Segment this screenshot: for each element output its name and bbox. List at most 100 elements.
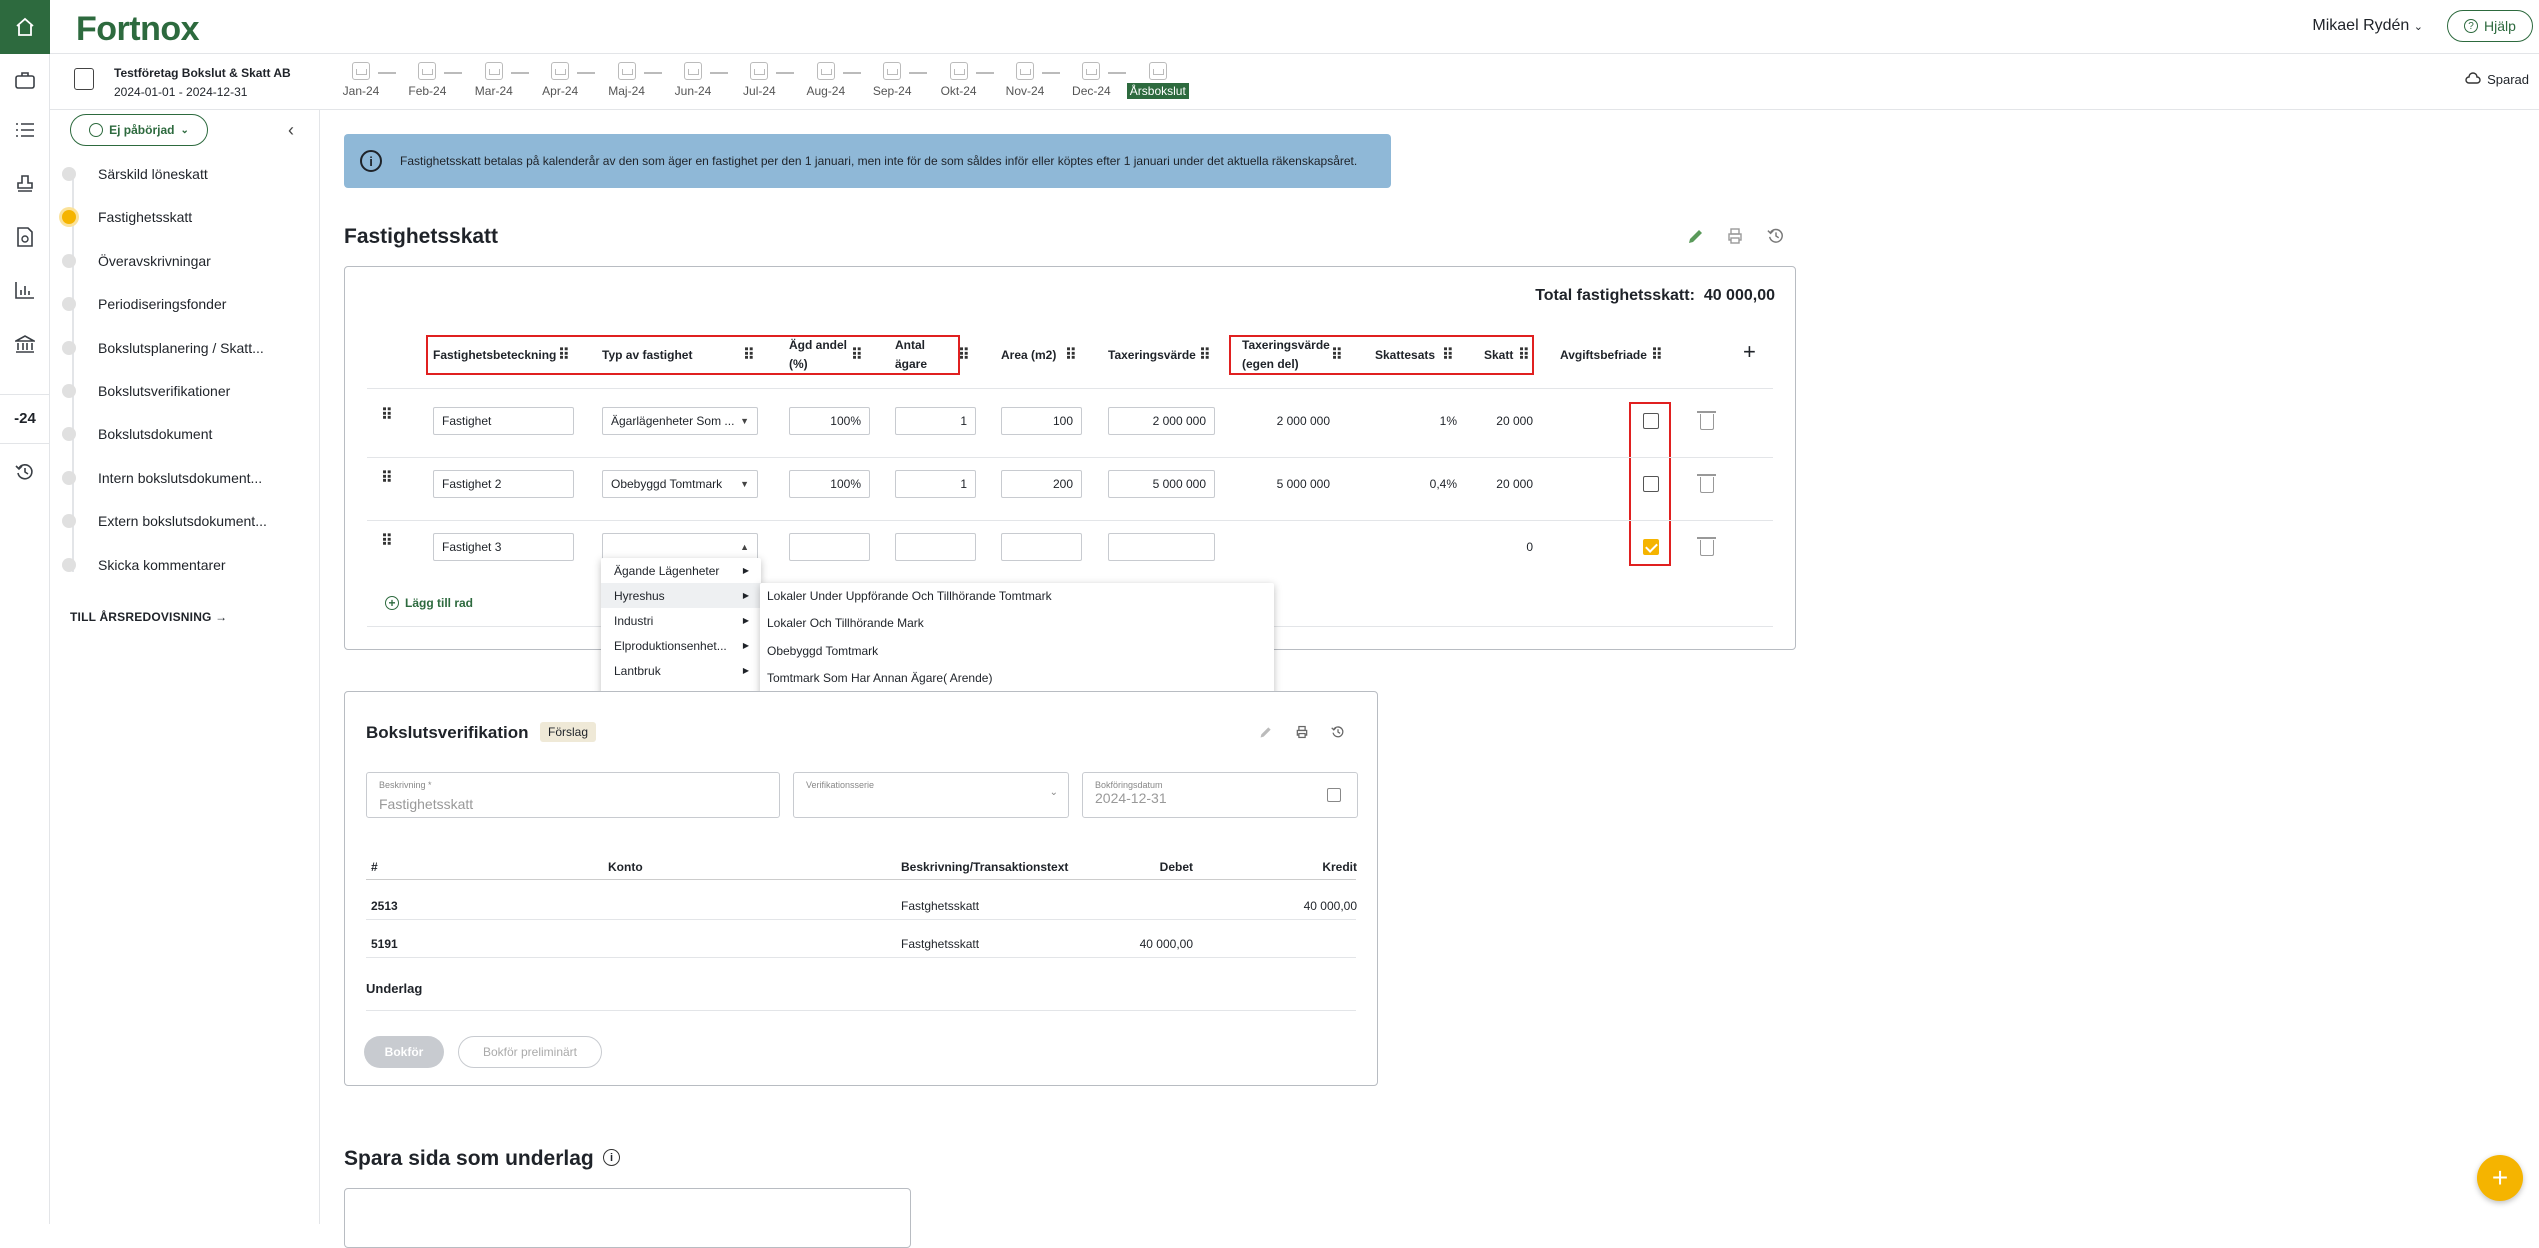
- category-label: Hyreshus: [614, 588, 665, 603]
- month-3[interactable]: Apr-24: [535, 62, 585, 98]
- sidebar-item-2[interactable]: Överavskrivningar: [62, 249, 211, 273]
- dropdown-category[interactable]: Ägande Lägenheter ▶: [601, 558, 761, 583]
- series-select[interactable]: Verifikationsserie ⌄: [793, 772, 1069, 818]
- share-input[interactable]: 100%: [789, 470, 870, 498]
- row-drag-handle-icon[interactable]: ⠿: [381, 405, 393, 425]
- checklist-icon[interactable]: [13, 118, 37, 142]
- to-annual-report-link[interactable]: TILL ÅRSREDOVISNING →: [70, 610, 227, 624]
- owners-input[interactable]: [895, 533, 976, 561]
- designation-input[interactable]: Fastighet: [433, 407, 574, 435]
- dropdown-option[interactable]: Lokaler Under Uppförande Och Tillhörande…: [760, 583, 1274, 608]
- rate-cell: 1%: [1439, 414, 1457, 428]
- trash-icon[interactable]: [1697, 474, 1716, 493]
- collapse-sidebar-icon[interactable]: ‹: [288, 120, 294, 141]
- sidebar-item-4[interactable]: Bokslutsplanering / Skatt...: [62, 336, 264, 360]
- history-icon[interactable]: [13, 460, 37, 484]
- sidebar-item-0[interactable]: Särskild löneskatt: [62, 162, 208, 186]
- post-button[interactable]: Bokför: [364, 1036, 444, 1068]
- month-11[interactable]: Dec-24: [1066, 62, 1116, 98]
- share-input[interactable]: [789, 533, 870, 561]
- dropdown-category[interactable]: Hyreshus ▶: [601, 583, 761, 608]
- description-field[interactable]: Beskrivning * Fastighetsskatt: [366, 772, 780, 818]
- dropdown-category[interactable]: Industri ▶: [601, 608, 761, 633]
- chart-icon[interactable]: [13, 278, 37, 302]
- document-icon[interactable]: [13, 225, 37, 249]
- area-input[interactable]: 100: [1001, 407, 1082, 435]
- drag-handle-icon[interactable]: ⠿: [1651, 345, 1663, 365]
- dropdown-option[interactable]: Obebyggd Tomtmark: [760, 638, 1274, 663]
- status-dropdown[interactable]: Ej påbörjad ⌄: [70, 114, 208, 146]
- company-icon[interactable]: [74, 68, 94, 90]
- sidebar-item-3[interactable]: Periodiseringsfonder: [62, 292, 226, 316]
- history-icon[interactable]: [1331, 724, 1345, 744]
- sidebar-item-1[interactable]: Fastighetsskatt: [62, 205, 192, 229]
- sidebar-item-9[interactable]: Skicka kommentarer: [62, 553, 226, 577]
- month-1[interactable]: Feb-24: [402, 62, 452, 98]
- step-dot: [62, 557, 76, 572]
- area-input[interactable]: [1001, 533, 1082, 561]
- owners-input[interactable]: 1: [895, 470, 976, 498]
- tax-value-input[interactable]: [1108, 533, 1215, 561]
- field-value: 2024-12-31: [1095, 790, 1167, 806]
- share-input[interactable]: 100%: [789, 407, 870, 435]
- user-menu[interactable]: Mikael Rydén ⌄: [2312, 17, 2423, 35]
- logo[interactable]: Fortnox: [76, 10, 200, 49]
- month-6[interactable]: Jul-24: [734, 62, 784, 98]
- exempt-checkbox[interactable]: [1643, 476, 1659, 492]
- month-10[interactable]: Nov-24: [1000, 62, 1050, 98]
- designation-input[interactable]: Fastighet 3: [433, 533, 574, 561]
- type-select[interactable]: Ägarlägenheter Som ... ▼: [602, 407, 758, 435]
- exempt-checkbox[interactable]: [1643, 413, 1659, 429]
- add-row-button[interactable]: + Lägg till rad: [385, 596, 473, 610]
- add-fab-button[interactable]: +: [2477, 1155, 2523, 1201]
- row-drag-handle-icon[interactable]: ⠿: [381, 468, 393, 488]
- dropdown-category[interactable]: Lantbruk ▶: [601, 658, 761, 683]
- print-icon[interactable]: [1295, 724, 1309, 744]
- month-9[interactable]: Okt-24: [934, 62, 984, 98]
- col-credit: Kredit: [1322, 860, 1357, 874]
- print-icon[interactable]: [1726, 227, 1744, 250]
- owners-input[interactable]: 1: [895, 407, 976, 435]
- month-7[interactable]: Aug-24: [801, 62, 851, 98]
- month-2[interactable]: Mar-24: [469, 62, 519, 98]
- dropdown-option[interactable]: Tomtmark Som Har Annan Ägare( Arende): [760, 666, 1274, 691]
- bank-icon[interactable]: [13, 332, 37, 356]
- sidebar-item-8[interactable]: Extern bokslutsdokument...: [62, 509, 267, 533]
- year-label[interactable]: -24: [0, 410, 50, 427]
- stamp-icon[interactable]: [13, 172, 37, 196]
- sidebar-item-7[interactable]: Intern bokslutsdokument...: [62, 466, 262, 490]
- exempt-checkbox[interactable]: [1643, 539, 1659, 555]
- trash-icon[interactable]: [1697, 411, 1716, 430]
- month-0[interactable]: Jan-24: [336, 62, 386, 98]
- dropdown-option[interactable]: Lokaler Och Tillhörande Mark: [760, 611, 1274, 636]
- area-input[interactable]: 200: [1001, 470, 1082, 498]
- edit-icon[interactable]: [1687, 227, 1705, 250]
- month-annual[interactable]: Årsbokslut: [1123, 62, 1193, 99]
- posting-date-field[interactable]: Bokföringsdatum 2024-12-31: [1082, 772, 1358, 818]
- row-drag-handle-icon[interactable]: ⠿: [381, 531, 393, 551]
- type-select[interactable]: ▲: [602, 533, 758, 561]
- post-prelim-button[interactable]: Bokför preliminärt: [458, 1036, 602, 1068]
- info-icon[interactable]: i: [603, 1149, 620, 1166]
- sidebar-item-6[interactable]: Bokslutsdokument: [62, 422, 212, 446]
- history-icon[interactable]: [1767, 227, 1785, 250]
- tax-value-input[interactable]: 5 000 000: [1108, 470, 1215, 498]
- trash-icon[interactable]: [1697, 537, 1716, 556]
- designation-input[interactable]: Fastighet 2: [433, 470, 574, 498]
- cloud-icon: [2465, 72, 2481, 87]
- briefcase-icon[interactable]: [13, 68, 37, 92]
- month-8[interactable]: Sep-24: [867, 62, 917, 98]
- home-button[interactable]: [0, 0, 50, 54]
- add-column-button[interactable]: +: [1743, 339, 1756, 365]
- month-4[interactable]: Maj-24: [602, 62, 652, 98]
- drag-handle-icon[interactable]: ⠿: [1065, 345, 1077, 365]
- drag-handle-icon[interactable]: ⠿: [1199, 345, 1211, 365]
- dropdown-category[interactable]: Elproduktionsenhet... ▶: [601, 633, 761, 658]
- edit-icon[interactable]: [1259, 724, 1273, 744]
- help-button[interactable]: ? Hjälp: [2447, 10, 2533, 42]
- month-label: Jun-24: [674, 84, 712, 98]
- tax-value-input[interactable]: 2 000 000: [1108, 407, 1215, 435]
- sidebar-item-5[interactable]: Bokslutsverifikationer: [62, 379, 230, 403]
- type-select[interactable]: Obebyggd Tomtmark ▼: [602, 470, 758, 498]
- month-5[interactable]: Jun-24: [668, 62, 718, 98]
